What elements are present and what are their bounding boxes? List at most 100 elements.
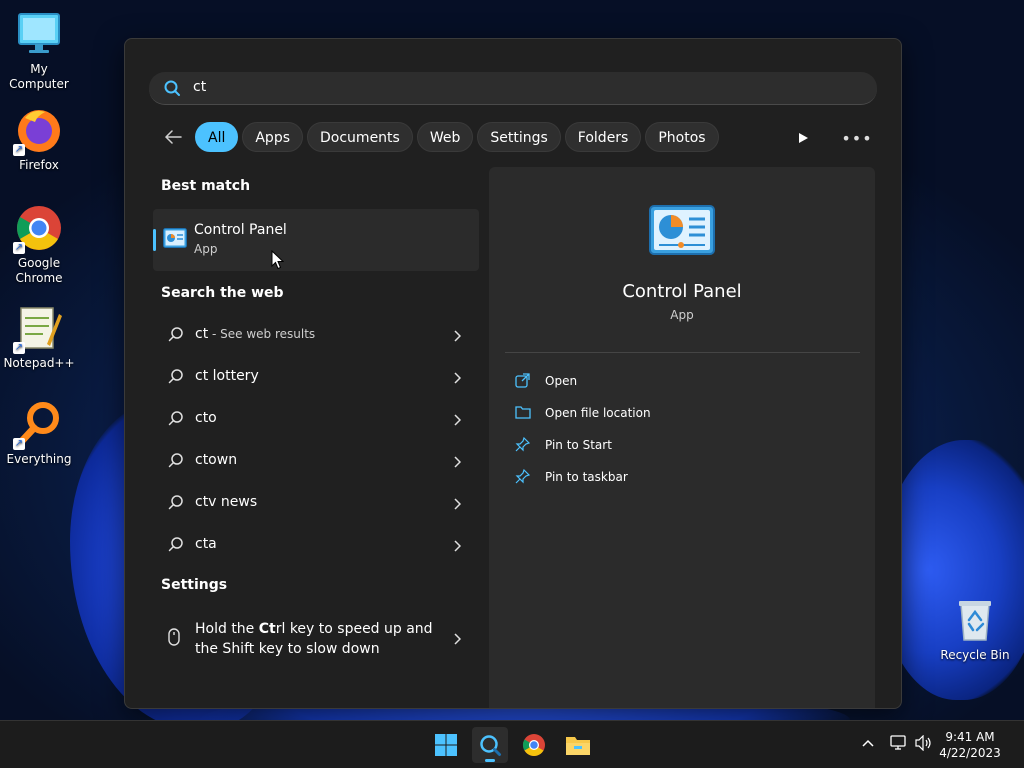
settings-result-label: Hold the Ctrl key to speed up and the Sh…	[195, 619, 435, 659]
action-label: Open file location	[545, 406, 651, 420]
clock-time: 9:41 AM	[945, 730, 995, 744]
chevron-right-icon	[453, 453, 462, 472]
chrome-icon: ↗	[13, 204, 63, 254]
desktop-icon-label: Recycle Bin	[940, 648, 1010, 662]
more-filters-button[interactable]	[791, 126, 815, 150]
best-match-heading: Best match	[161, 178, 251, 194]
shortcut-arrow-icon: ↗	[13, 438, 25, 450]
web-result-query: cto	[195, 410, 217, 426]
selection-indicator	[153, 229, 156, 251]
desktop-icon-label: Firefox	[19, 158, 59, 172]
desktop-icon-recycle-bin[interactable]: Recycle Bin	[936, 596, 1014, 663]
firefox-icon: ↗	[13, 106, 63, 156]
best-match-item[interactable]: Control Panel App	[153, 209, 479, 271]
best-match-name: Control Panel	[194, 222, 287, 238]
web-result-query: ct lottery	[195, 368, 259, 384]
filter-folders[interactable]: Folders	[564, 122, 642, 152]
desktop: My Computer ↗ Firefox ↗ Google Chrome ↗ …	[0, 0, 1024, 768]
filter-all[interactable]: All	[195, 122, 239, 152]
desktop-icon-label: Notepad++	[3, 356, 75, 370]
shortcut-arrow-icon: ↗	[13, 144, 25, 156]
start-button[interactable]	[428, 727, 464, 763]
mouse-pointer-icon	[271, 249, 285, 274]
windows-logo-icon	[435, 734, 457, 756]
filter-apps[interactable]: Apps	[242, 122, 304, 152]
desktop-icon-my-computer[interactable]: My Computer	[0, 10, 78, 92]
show-hidden-icons-button[interactable]	[860, 735, 876, 755]
play-icon	[799, 133, 808, 143]
folder-icon	[566, 737, 590, 755]
start-search-panel: ct All Apps Documents Web Settings Folde…	[124, 38, 902, 709]
clock-date: 4/22/2023	[939, 746, 1001, 760]
settings-text-highlight: Ct	[258, 621, 276, 637]
web-result-label: ct lottery	[195, 368, 259, 384]
web-result-label: cta	[195, 536, 217, 552]
clock[interactable]: 9:41 AM 4/22/2023	[930, 729, 1010, 761]
filter-web[interactable]: Web	[416, 122, 474, 152]
monitor-icon	[15, 10, 63, 58]
notepad-plus-plus-icon: ↗	[13, 304, 63, 354]
web-result-query: ctown	[195, 452, 238, 468]
web-result-item[interactable]: ct - See web results	[153, 314, 479, 354]
more-options-button[interactable]: •••	[841, 126, 871, 150]
action-label: Open	[545, 374, 578, 388]
search-icon	[168, 494, 184, 514]
chevron-right-icon	[453, 495, 462, 514]
search-box[interactable]: ct	[149, 72, 877, 105]
search-icon	[163, 79, 181, 101]
taskbar: 9:41 AM 4/22/2023	[0, 720, 1024, 768]
ellipsis-icon: •••	[841, 128, 873, 148]
preview-app-type: App	[670, 308, 694, 322]
desktop-icon-google-chrome[interactable]: ↗ Google Chrome	[0, 204, 78, 286]
search-input[interactable]: ct	[193, 79, 206, 95]
desktop-icon-label: Google Chrome	[15, 256, 63, 285]
web-result-suffix: - See web results	[208, 327, 316, 341]
search-icon	[168, 410, 184, 430]
recycle-bin-icon	[951, 596, 999, 644]
chevron-right-icon	[453, 369, 462, 388]
filter-settings[interactable]: Settings	[477, 122, 561, 152]
desktop-icon-notepad-plus-plus[interactable]: ↗ Notepad++	[0, 304, 78, 371]
settings-text-part: Hold the	[195, 621, 259, 637]
mouse-icon	[168, 628, 180, 650]
chevron-right-icon	[453, 411, 462, 430]
web-result-query: ct	[195, 326, 209, 342]
search-icon	[168, 368, 184, 388]
pin-icon	[515, 468, 531, 487]
chevron-up-icon	[862, 739, 874, 747]
web-result-label: ctv news	[195, 494, 257, 510]
web-result-item[interactable]: cta	[153, 524, 479, 564]
chrome-icon	[523, 734, 545, 756]
filter-photos[interactable]: Photos	[645, 122, 719, 152]
web-result-label: cto	[195, 410, 217, 426]
folder-icon	[515, 405, 531, 422]
web-result-item[interactable]: ctown	[153, 440, 479, 480]
search-icon	[168, 536, 184, 556]
pin-icon	[515, 436, 531, 455]
search-web-heading: Search the web	[161, 285, 284, 301]
search-icon	[480, 735, 501, 756]
network-button[interactable]	[890, 735, 908, 755]
web-result-item[interactable]: ctv news	[153, 482, 479, 522]
web-result-item[interactable]: cto	[153, 398, 479, 438]
desktop-icon-firefox[interactable]: ↗ Firefox	[0, 106, 78, 173]
web-result-item[interactable]: ct lottery	[153, 356, 479, 396]
arrow-left-icon	[164, 130, 182, 144]
back-button[interactable]	[159, 123, 187, 151]
web-result-query: cta	[195, 536, 217, 552]
shortcut-arrow-icon: ↗	[13, 342, 25, 354]
desktop-icon-everything[interactable]: ↗ Everything	[0, 400, 78, 467]
taskbar-file-explorer-button[interactable]	[560, 727, 596, 763]
control-panel-icon	[163, 228, 187, 252]
taskbar-chrome-button[interactable]	[516, 727, 552, 763]
divider	[505, 352, 860, 353]
taskbar-search-button[interactable]	[472, 727, 508, 763]
action-label: Pin to Start	[545, 438, 612, 452]
web-result-label: ctown	[195, 452, 237, 468]
chevron-right-icon	[453, 327, 462, 346]
filter-documents[interactable]: Documents	[307, 122, 413, 152]
settings-result-item[interactable]: Hold the Ctrl key to speed up and the Sh…	[153, 611, 479, 667]
search-icon	[168, 452, 184, 472]
action-label: Pin to taskbar	[545, 470, 628, 484]
control-panel-icon	[649, 205, 715, 259]
